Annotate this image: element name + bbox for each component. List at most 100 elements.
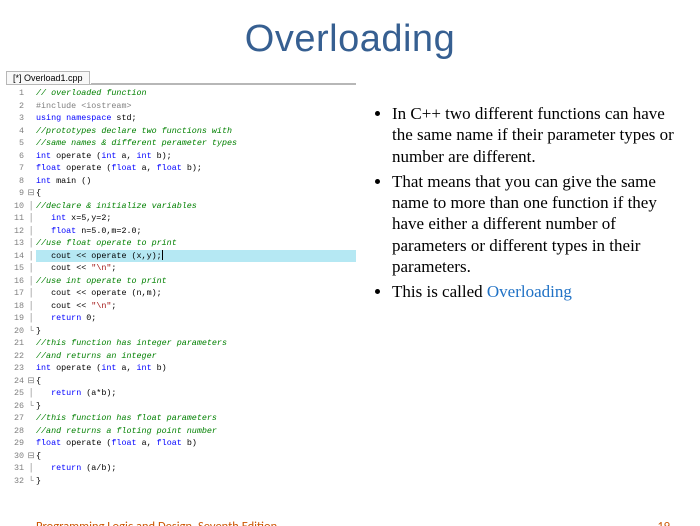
code-text: return (a/b); — [36, 462, 356, 475]
fold-gutter-icon[interactable]: │ — [26, 312, 36, 325]
fold-gutter-icon — [26, 350, 36, 363]
fold-gutter-icon — [26, 162, 36, 175]
line-number: 6 — [6, 150, 26, 163]
line-number: 19 — [6, 312, 26, 325]
code-line: 7 float operate (float a, float b); — [6, 162, 356, 175]
fold-gutter-icon — [26, 412, 36, 425]
content-row: [*] Overload1.cpp 1 // overloaded functi… — [0, 71, 700, 487]
line-number: 11 — [6, 212, 26, 225]
code-text: float n=5.0,m=2.0; — [36, 225, 356, 238]
code-line: 13│//use float operate to print — [6, 237, 356, 250]
code-line: 17│ cout << operate (n,m); — [6, 287, 356, 300]
line-number: 4 — [6, 125, 26, 138]
code-line: 18│ cout << "\n"; — [6, 300, 356, 313]
line-number: 24 — [6, 375, 26, 388]
fold-gutter-icon — [26, 337, 36, 350]
fold-gutter-icon — [26, 137, 36, 150]
fold-gutter-icon[interactable]: │ — [26, 462, 36, 475]
fold-gutter-icon[interactable]: │ — [26, 225, 36, 238]
code-line: 20└} — [6, 325, 356, 338]
fold-gutter-icon — [26, 150, 36, 163]
line-number: 22 — [6, 350, 26, 363]
code-line: 19│ return 0; — [6, 312, 356, 325]
fold-gutter-icon[interactable]: └ — [26, 475, 36, 488]
editor-tab[interactable]: [*] Overload1.cpp — [6, 71, 90, 84]
line-number: 20 — [6, 325, 26, 338]
code-block: 1 // overloaded function2 #include <iost… — [6, 84, 356, 487]
fold-gutter-icon — [26, 362, 36, 375]
fold-gutter-icon[interactable]: ⊟ — [26, 450, 36, 463]
code-line: 11│ int x=5,y=2; — [6, 212, 356, 225]
line-number: 23 — [6, 362, 26, 375]
code-line: 3 using namespace std; — [6, 112, 356, 125]
code-line: 8 int main () — [6, 175, 356, 188]
line-number: 25 — [6, 387, 26, 400]
code-line: 22 //and returns an integer — [6, 350, 356, 363]
line-number: 17 — [6, 287, 26, 300]
fold-gutter-icon[interactable]: │ — [26, 237, 36, 250]
page-number: 19 — [657, 519, 670, 526]
code-text: float operate (float a, float b); — [36, 162, 356, 175]
fold-gutter-icon[interactable]: └ — [26, 325, 36, 338]
code-text: cout << operate (n,m); — [36, 287, 356, 300]
fold-gutter-icon[interactable]: │ — [26, 200, 36, 213]
line-number: 3 — [6, 112, 26, 125]
code-text: { — [36, 375, 356, 388]
code-text: cout << "\n"; — [36, 300, 356, 313]
code-line: 26└} — [6, 400, 356, 413]
fold-gutter-icon[interactable]: │ — [26, 212, 36, 225]
fold-gutter-icon[interactable]: │ — [26, 275, 36, 288]
code-line: 23 int operate (int a, int b) — [6, 362, 356, 375]
fold-gutter-icon[interactable]: │ — [26, 287, 36, 300]
bullet-item: In C++ two different functions can have … — [392, 103, 684, 167]
code-text: { — [36, 187, 356, 200]
line-number: 15 — [6, 262, 26, 275]
code-line: 14│ cout << operate (x,y); — [6, 250, 356, 263]
fold-gutter-icon — [26, 100, 36, 113]
code-text: { — [36, 450, 356, 463]
bullets-pane: In C++ two different functions can have … — [356, 103, 696, 306]
code-text: int operate (int a, int b) — [36, 362, 356, 375]
fold-gutter-icon — [26, 87, 36, 100]
fold-gutter-icon[interactable]: │ — [26, 387, 36, 400]
line-number: 12 — [6, 225, 26, 238]
code-line: 21 //this function has integer parameter… — [6, 337, 356, 350]
code-line: 4 //prototypes declare two functions wit… — [6, 125, 356, 138]
code-text: int x=5,y=2; — [36, 212, 356, 225]
line-number: 29 — [6, 437, 26, 450]
code-line: 16│//use int operate to print — [6, 275, 356, 288]
code-text: int main () — [36, 175, 356, 188]
fold-gutter-icon — [26, 425, 36, 438]
fold-gutter-icon[interactable]: ⊟ — [26, 375, 36, 388]
code-line: 10│//declare & initialize variables — [6, 200, 356, 213]
fold-gutter-icon[interactable]: │ — [26, 300, 36, 313]
fold-gutter-icon[interactable]: │ — [26, 250, 36, 263]
code-line: 12│ float n=5.0,m=2.0; — [6, 225, 356, 238]
code-text: //use int operate to print — [36, 275, 356, 288]
code-text: cout << operate (x,y); — [36, 250, 356, 263]
code-line: 25│ return (a*b); — [6, 387, 356, 400]
code-text: } — [36, 400, 356, 413]
code-line: 31│ return (a/b); — [6, 462, 356, 475]
fold-gutter-icon — [26, 437, 36, 450]
code-line: 30⊟{ — [6, 450, 356, 463]
code-text: } — [36, 475, 356, 488]
code-text: //use float operate to print — [36, 237, 356, 250]
line-number: 13 — [6, 237, 26, 250]
bullet-list: In C++ two different functions can have … — [374, 103, 684, 302]
line-number: 27 — [6, 412, 26, 425]
code-line: 1 // overloaded function — [6, 87, 356, 100]
code-text: cout << "\n"; — [36, 262, 356, 275]
code-line: 5 //same names & different perameter typ… — [6, 137, 356, 150]
slide: Overloading [*] Overload1.cpp 1 // overl… — [0, 18, 700, 526]
fold-gutter-icon[interactable]: │ — [26, 262, 36, 275]
code-line: 15│ cout << "\n"; — [6, 262, 356, 275]
line-number: 26 — [6, 400, 26, 413]
code-pane: [*] Overload1.cpp 1 // overloaded functi… — [6, 71, 356, 487]
fold-gutter-icon[interactable]: └ — [26, 400, 36, 413]
code-line: 9⊟{ — [6, 187, 356, 200]
bullet-item: This is called Overloading — [392, 281, 684, 302]
fold-gutter-icon[interactable]: ⊟ — [26, 187, 36, 200]
line-number: 2 — [6, 100, 26, 113]
code-text: // overloaded function — [36, 87, 356, 100]
